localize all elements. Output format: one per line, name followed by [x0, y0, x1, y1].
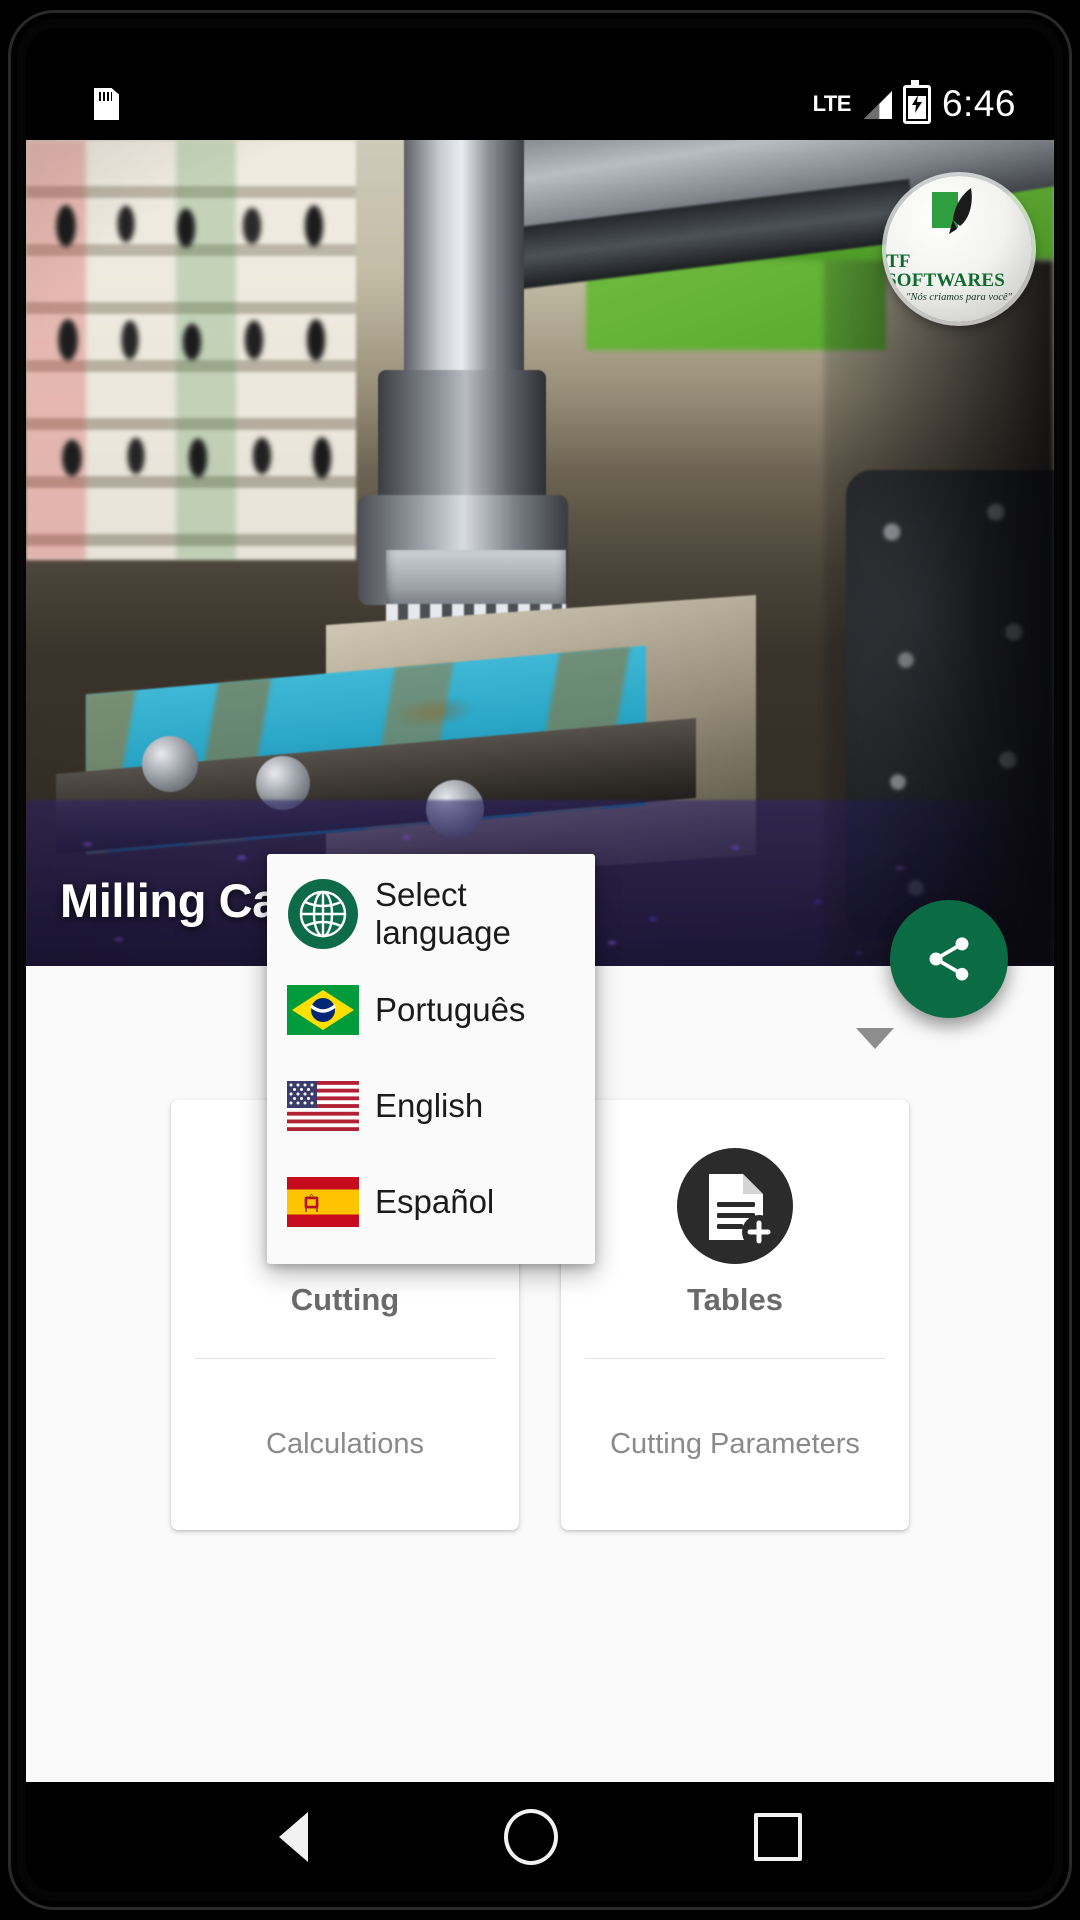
recents-icon[interactable]: [753, 1813, 802, 1861]
language-dropdown-popup[interactable]: Select language Português English Españo…: [267, 854, 595, 1264]
language-option-label: Select language: [375, 876, 511, 951]
back-icon[interactable]: [278, 1812, 308, 1862]
battery-charging-icon: [902, 79, 931, 124]
tf-softwares-logo: TF SOFTWARES "Nós criamos para você": [886, 176, 1032, 322]
status-bar-left: [94, 88, 119, 120]
share-button[interactable]: [890, 900, 1008, 1018]
language-option-select-language[interactable]: Select language: [267, 866, 595, 962]
status-bar-clock: 6:46: [941, 83, 1016, 124]
language-option-english[interactable]: English: [267, 1058, 595, 1154]
quill-pen-icon: [928, 188, 990, 250]
card-tables-cutting-parameters[interactable]: Tables Cutting Parameters: [561, 1100, 909, 1530]
signal-bars-icon: [862, 89, 892, 119]
document-add-icon: [673, 1140, 797, 1272]
logo-name: TF SOFTWARES: [886, 251, 1006, 291]
card-top: Tables: [561, 1100, 909, 1358]
sd-card-icon: [94, 88, 119, 120]
status-bar-right: LTE 6:46: [812, 79, 1016, 125]
android-navigation-bar: [26, 1782, 1054, 1892]
hero-banner: TF SOFTWARES "Nós criamos para você" Mil…: [26, 140, 1054, 966]
language-option-label: English: [375, 1087, 484, 1124]
globe-icon: [285, 878, 361, 950]
language-option-portugues[interactable]: Português: [267, 962, 595, 1058]
home-icon[interactable]: [503, 1809, 558, 1865]
device-screen: LTE 6:46 TF SOFTWARES "Nós criamos para …: [26, 28, 1054, 1892]
status-bar: LTE 6:46: [26, 68, 1054, 140]
flag-brazil-icon: [285, 985, 361, 1035]
card-bottom[interactable]: Calculations: [171, 1359, 519, 1530]
flag-spain-icon: [285, 1177, 361, 1227]
logo-slogan: "Nós criamos para você": [906, 292, 1012, 303]
card-bottom[interactable]: Cutting Parameters: [561, 1359, 909, 1530]
app-content: TF SOFTWARES "Nós criamos para você" Mil…: [26, 140, 1054, 1782]
share-icon: [929, 937, 969, 981]
card-subtitle: Calculations: [266, 1428, 424, 1460]
language-option-espanol[interactable]: Español: [267, 1154, 595, 1250]
language-option-label: Español: [375, 1183, 495, 1220]
language-option-label: Português: [375, 991, 526, 1028]
card-subtitle: Cutting Parameters: [610, 1428, 860, 1460]
device-frame: LTE 6:46 TF SOFTWARES "Nós criamos para …: [0, 0, 1080, 1920]
flag-usa-icon: [285, 1081, 361, 1131]
card-title: Cutting: [290, 1282, 400, 1317]
card-title: Tables: [687, 1282, 783, 1317]
network-label: LTE: [812, 91, 852, 116]
chevron-down-icon[interactable]: [856, 1028, 894, 1049]
